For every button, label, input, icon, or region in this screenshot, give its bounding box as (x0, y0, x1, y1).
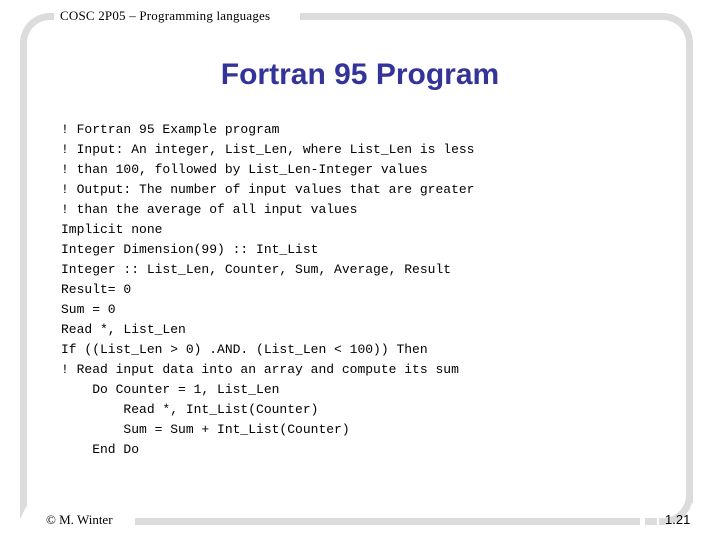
code-line: ! Input: An integer, List_Len, where Lis… (61, 142, 475, 157)
code-block: ! Fortran 95 Example program ! Input: An … (61, 120, 661, 460)
code-line: Result= 0 (61, 282, 132, 297)
slide-header-text: COSC 2P05 – Programming languages (60, 8, 271, 23)
frame-bar-top (300, 13, 662, 20)
frame-bar-bottom-stub (645, 518, 657, 525)
slide-canvas: COSC 2P05 – Programming languages Fortra… (0, 0, 720, 540)
code-line: Read *, List_Len (61, 322, 186, 337)
code-line: If ((List_Len > 0) .AND. (List_Len < 100… (61, 342, 428, 357)
footer-copyright: © M. Winter (46, 512, 113, 527)
code-line: End Do (61, 442, 140, 457)
code-line: Sum = Sum + Int_List(Counter) (61, 422, 350, 437)
code-line: Read *, Int_List(Counter) (61, 402, 319, 417)
code-line: Sum = 0 (61, 302, 116, 317)
code-line: ! Output: The number of input values tha… (61, 182, 475, 197)
frame-band-right (686, 45, 693, 503)
code-line: Integer Dimension(99) :: Int_List (61, 242, 319, 257)
code-line: Do Counter = 1, List_Len (61, 382, 280, 397)
code-line: ! than 100, followed by List_Len-Integer… (61, 162, 428, 177)
frame-corner-top-right (659, 13, 693, 47)
footer-page-number: 1.21 (665, 512, 691, 527)
frame-corner-top-left (20, 13, 54, 47)
frame-band-left (20, 45, 27, 507)
code-line: Implicit none (61, 222, 163, 237)
page-title: Fortran 95 Program (220, 58, 500, 91)
frame-band-left-taper (20, 505, 27, 519)
frame-bar-bottom (135, 518, 640, 525)
code-line: ! than the average of all input values (61, 202, 358, 217)
code-line: ! Fortran 95 Example program (61, 122, 280, 137)
code-line: Integer :: List_Len, Counter, Sum, Avera… (61, 262, 452, 277)
code-line: ! Read input data into an array and comp… (61, 362, 459, 377)
